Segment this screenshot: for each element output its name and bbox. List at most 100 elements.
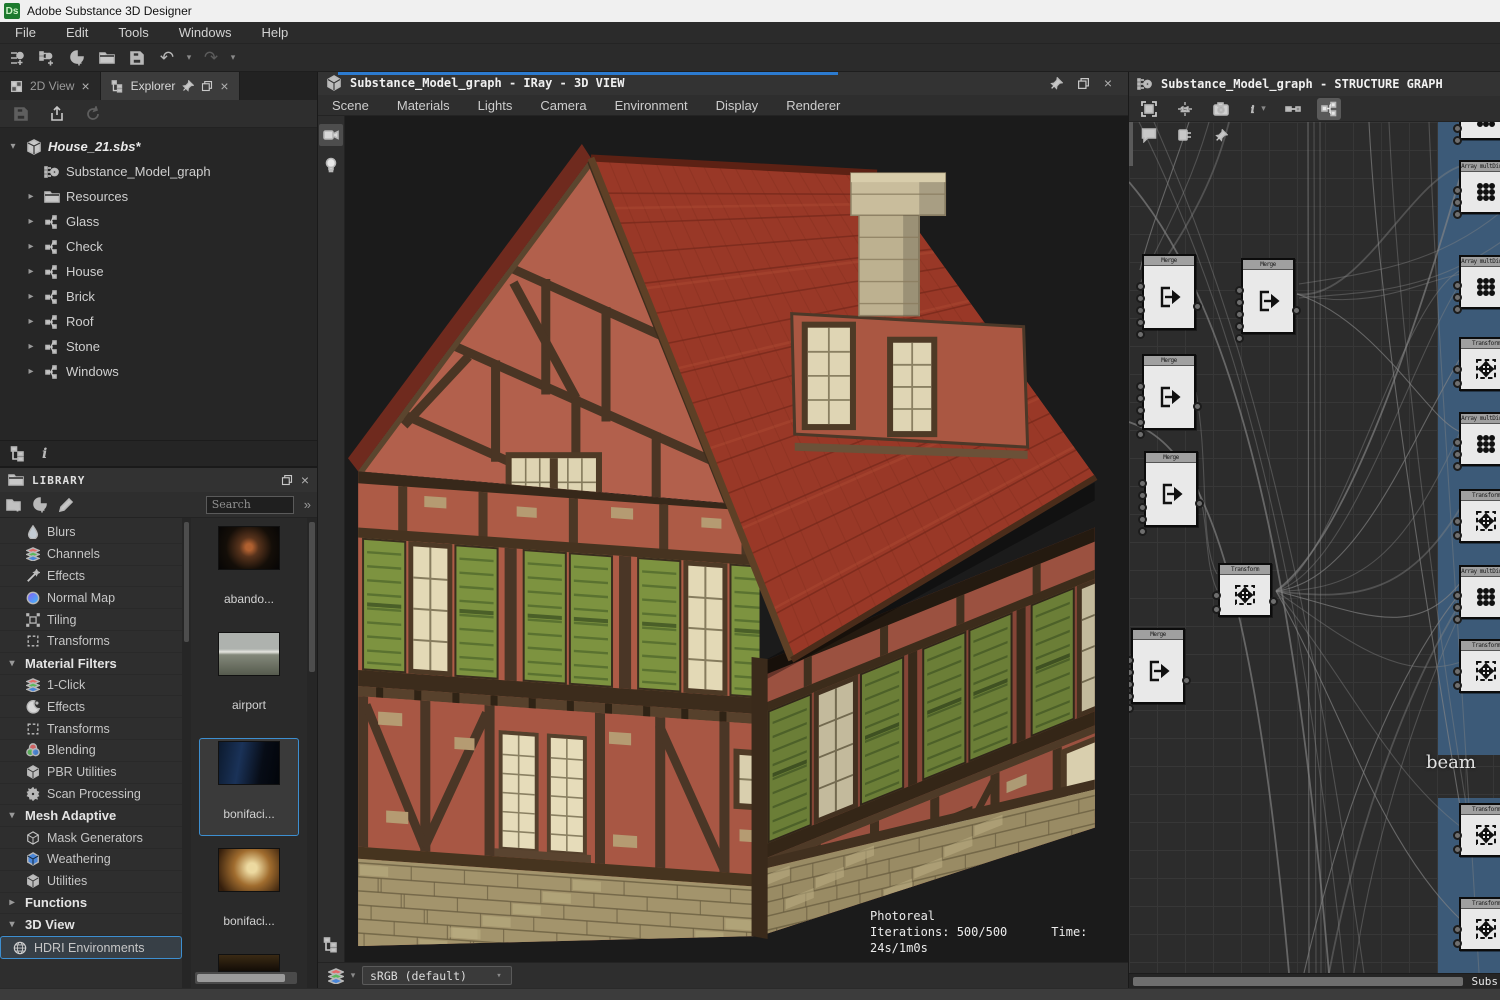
- menu-windows[interactable]: Windows: [164, 25, 247, 40]
- redo-history-chevron-icon[interactable]: ▾: [228, 52, 238, 63]
- menu-tools[interactable]: Tools: [103, 25, 163, 40]
- menu-help[interactable]: Help: [246, 25, 303, 40]
- library-item-channels[interactable]: Channels: [0, 544, 182, 566]
- tab-2d-view-close-icon[interactable]: ×: [81, 79, 89, 93]
- library-item-tiling[interactable]: Tiling: [0, 609, 182, 631]
- export-button[interactable]: [44, 102, 70, 126]
- library-group-3d-view[interactable]: ▾3D View: [0, 914, 182, 936]
- library-close-icon[interactable]: ×: [301, 473, 309, 487]
- pin-icon[interactable]: [1050, 77, 1063, 90]
- screenshot-button[interactable]: [1209, 98, 1233, 120]
- expand-chevron-icon[interactable]: ▸: [24, 191, 38, 202]
- new-resource-button[interactable]: [64, 46, 90, 70]
- graph-node-array[interactable]: Array multDirect: [1459, 255, 1500, 309]
- node-input-pin[interactable]: [1453, 186, 1462, 195]
- node-output-pin[interactable]: [1269, 597, 1278, 606]
- light-mode-button[interactable]: [319, 154, 343, 176]
- library-item-normal-map[interactable]: Normal Map: [0, 587, 182, 609]
- node-output-pin[interactable]: [1195, 499, 1204, 508]
- tree-item-package[interactable]: ▾ House_21.sbs*: [0, 134, 317, 159]
- open-file-button[interactable]: [94, 46, 120, 70]
- graph-node-transform[interactable]: Transform: [1218, 563, 1272, 617]
- library-item-1-click[interactable]: 1-Click: [0, 675, 182, 697]
- menu-display[interactable]: Display: [702, 98, 773, 113]
- library-item-effects-2[interactable]: Effects: [0, 696, 182, 718]
- graph-node-merge[interactable]: Merge: [1131, 628, 1185, 704]
- node-input-pin[interactable]: [1129, 668, 1134, 677]
- node-input-pin[interactable]: [1453, 667, 1462, 676]
- graph-node-array[interactable]: Array multDirect: [1459, 565, 1500, 619]
- node-input-pin[interactable]: [1235, 310, 1244, 319]
- node-input-pin[interactable]: [1453, 450, 1462, 459]
- node-input-pin[interactable]: [1453, 281, 1462, 290]
- info-icon[interactable]: i: [42, 446, 47, 462]
- menu-renderer[interactable]: Renderer: [772, 98, 854, 113]
- tree-item-resources[interactable]: ▸ Resources: [0, 184, 317, 209]
- library-item-hdri-environments[interactable]: HDRI Environments: [0, 936, 182, 959]
- menu-lights[interactable]: Lights: [464, 98, 527, 113]
- node-input-pin[interactable]: [1453, 831, 1462, 840]
- reload-button[interactable]: [80, 102, 106, 126]
- tree-item-windows[interactable]: ▸ Windows: [0, 359, 317, 384]
- expand-chevron-icon[interactable]: ▸: [24, 366, 38, 377]
- node-input-pin[interactable]: [1136, 394, 1145, 403]
- graph-view-button[interactable]: [1317, 98, 1341, 120]
- expand-chevron-icon[interactable]: ▸: [24, 266, 38, 277]
- menu-camera[interactable]: Camera: [526, 98, 600, 113]
- node-input-pin[interactable]: [1129, 692, 1134, 701]
- node-input-pin[interactable]: [1235, 298, 1244, 307]
- node-input-pin[interactable]: [1453, 462, 1462, 471]
- library-item-blurs[interactable]: Blurs: [0, 522, 182, 544]
- graph-node-transform[interactable]: Transform: [1459, 897, 1500, 951]
- pin-icon[interactable]: [182, 80, 194, 92]
- thumbnail-bonifacio-selected[interactable]: bonifaci...: [199, 738, 299, 836]
- node-input-pin[interactable]: [1138, 479, 1147, 488]
- expand-chevron-icon[interactable]: ▸: [24, 216, 38, 227]
- node-input-pin[interactable]: [1136, 294, 1145, 303]
- library-item-pbr-utilities[interactable]: PBR Utilities: [0, 762, 182, 784]
- color-channels-icon[interactable]: [328, 968, 344, 984]
- tree-item-check[interactable]: ▸ Check: [0, 234, 317, 259]
- menu-environment[interactable]: Environment: [601, 98, 702, 113]
- node-input-pin[interactable]: [1453, 615, 1462, 624]
- thumbnail-abandoned[interactable]: abando...: [199, 526, 299, 620]
- tab-2d-view[interactable]: 2D View ×: [0, 72, 101, 100]
- collapse-chevron-icon[interactable]: ▾: [6, 810, 18, 821]
- graph-vscrollbar[interactable]: [1129, 122, 1133, 166]
- tree-view-icon[interactable]: [10, 446, 26, 462]
- graph-node-merge[interactable]: Merge: [1241, 258, 1295, 334]
- tree-item-stone[interactable]: ▸ Stone: [0, 334, 317, 359]
- node-list-button[interactable]: [1173, 124, 1197, 146]
- menu-file[interactable]: File: [0, 25, 51, 40]
- node-input-pin[interactable]: [1453, 531, 1462, 540]
- node-input-pin[interactable]: [1453, 305, 1462, 314]
- float-icon[interactable]: [281, 474, 293, 486]
- node-input-pin[interactable]: [1212, 605, 1221, 614]
- collapse-chevron-icon[interactable]: ▾: [6, 919, 18, 930]
- node-input-pin[interactable]: [1138, 491, 1147, 500]
- node-output-pin[interactable]: [1193, 302, 1202, 311]
- library-group-functions[interactable]: ▸Functions: [0, 893, 182, 915]
- node-input-pin[interactable]: [1453, 925, 1462, 934]
- thumbnail-partial[interactable]: [218, 954, 280, 972]
- tree-item-brick[interactable]: ▸ Brick: [0, 284, 317, 309]
- node-input-pin[interactable]: [1453, 379, 1462, 388]
- node-input-pin[interactable]: [1136, 282, 1145, 291]
- actual-size-button[interactable]: [1173, 98, 1197, 120]
- thumbnail-vscrollbar[interactable]: [307, 518, 317, 988]
- node-input-pin[interactable]: [1453, 603, 1462, 612]
- node-input-pin[interactable]: [1453, 136, 1462, 145]
- node-input-pin[interactable]: [1453, 681, 1462, 690]
- graph-node-transform[interactable]: Transform: [1459, 337, 1500, 391]
- menu-materials[interactable]: Materials: [383, 98, 464, 113]
- node-input-pin[interactable]: [1453, 591, 1462, 600]
- viewport-3d-close-icon[interactable]: ×: [1104, 76, 1112, 90]
- camera-mode-button[interactable]: [319, 124, 343, 146]
- category-scrollbar[interactable]: [182, 518, 191, 988]
- node-input-pin[interactable]: [1212, 591, 1221, 600]
- node-input-pin[interactable]: [1235, 286, 1244, 295]
- node-input-pin[interactable]: [1136, 406, 1145, 415]
- graph-node-array[interactable]: Array multDirect: [1459, 122, 1500, 140]
- node-input-pin[interactable]: [1453, 365, 1462, 374]
- tree-item-model-graph[interactable]: Substance_Model_graph: [0, 159, 317, 184]
